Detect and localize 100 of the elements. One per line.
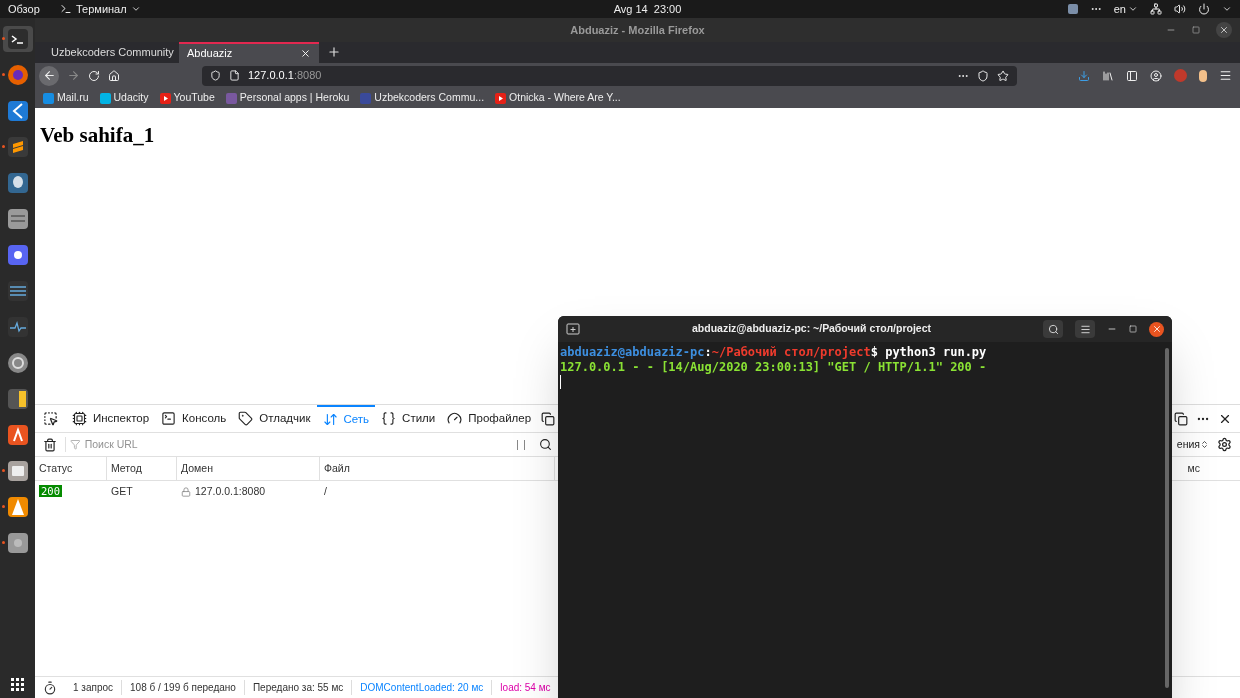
close-icon	[1151, 324, 1162, 334]
picker-button[interactable]	[43, 411, 58, 426]
lock-icon	[181, 487, 191, 497]
menu-button[interactable]	[1219, 69, 1232, 82]
browser-tab[interactable]: Uzbekcoders Community	[39, 42, 179, 63]
new-tab-button[interactable]	[566, 322, 580, 336]
app-grid-icon[interactable]	[10, 678, 25, 692]
drive-icon[interactable]	[6, 532, 29, 554]
page-heading: Veb sahifa_1	[40, 122, 156, 149]
menu-button[interactable]	[1075, 320, 1095, 338]
back-button[interactable]	[39, 65, 59, 86]
terminal-icon	[60, 3, 72, 15]
tab-close-button[interactable]	[300, 48, 311, 59]
terminal-icon[interactable]	[6, 28, 29, 50]
search-button[interactable]	[539, 438, 552, 451]
search-icon	[1047, 323, 1059, 335]
devtools-tab[interactable]: Стили	[375, 404, 442, 433]
status-text: load: 54 мс	[499, 681, 552, 695]
devtools-tab[interactable]: Профайлер	[441, 404, 538, 433]
table-cell: 127.0.0.1:8080	[195, 484, 266, 500]
devtools-tab[interactable]: Консоль	[155, 404, 233, 433]
text-cursor	[560, 375, 561, 389]
home-button[interactable]	[108, 69, 120, 82]
browser-tab[interactable]: Abduaziz	[179, 42, 319, 63]
close-button[interactable]	[1149, 321, 1164, 337]
heroku-icon	[225, 92, 237, 104]
throttle-select[interactable]: ения	[1176, 436, 1209, 453]
scrollbar[interactable]	[1165, 348, 1169, 688]
chat-icon[interactable]	[6, 244, 29, 266]
reload-button[interactable]	[88, 69, 100, 82]
sliders-icon[interactable]	[6, 280, 29, 302]
forward-button[interactable]	[67, 69, 80, 82]
memory-icon	[541, 411, 556, 426]
bookmark-item[interactable]: Mail.ru	[43, 90, 89, 106]
page-icon	[229, 70, 240, 81]
play-icon	[159, 92, 171, 104]
elephant-icon[interactable]	[6, 172, 29, 194]
activities-button[interactable]: Обзор	[8, 0, 56, 18]
settings-button[interactable]	[1217, 437, 1232, 452]
account-button[interactable]	[1150, 69, 1162, 82]
extension-button[interactable]	[1199, 69, 1207, 82]
filter-icon	[70, 439, 81, 450]
tag-icon	[238, 411, 254, 426]
bookmark-item[interactable]: Personal apps | Heroku	[225, 90, 350, 106]
clear-button[interactable]	[43, 437, 57, 452]
dock-side-button[interactable]	[1174, 411, 1188, 426]
calculator-icon[interactable]	[6, 388, 29, 410]
column-header: Статус	[35, 457, 107, 480]
bookmark-item[interactable]: Otnicka - Where Are Y...	[495, 90, 621, 106]
bookmark-item[interactable]: Uzbekcoders Commu...	[360, 90, 485, 106]
close-button[interactable]	[1216, 22, 1232, 38]
filter-field[interactable]: Поиск URL	[84, 436, 509, 453]
terminal-line: 127.0.0.1 - - [14/Aug/2020 23:00:13] "GET / HTTP/1.1" 200 -	[560, 360, 988, 375]
back-icon	[42, 69, 56, 82]
devtools-tab[interactable]: Отладчик	[232, 404, 317, 433]
bookmark-item[interactable]: YouTube	[159, 90, 215, 106]
app-menu[interactable]: Терминал	[60, 0, 141, 18]
performance-button[interactable]	[43, 680, 57, 695]
new-tab-button[interactable]	[327, 45, 341, 59]
download-button[interactable]	[1078, 69, 1090, 82]
menu-icon	[1079, 323, 1091, 335]
close-icon	[1219, 25, 1229, 35]
devtools-tab[interactable]: Сеть	[316, 404, 376, 433]
pocket-button[interactable]	[977, 69, 989, 82]
library-button[interactable]	[1102, 69, 1114, 82]
u-icon	[99, 92, 111, 104]
fox-icon[interactable]	[6, 64, 29, 86]
column-header: мс	[1187, 460, 1200, 476]
window-title: abduaziz@abduaziz-pc: ~/Рабочий стол/project	[691, 321, 932, 337]
pause-button[interactable]	[517, 439, 525, 450]
bookmark-button[interactable]	[997, 69, 1009, 82]
bag-icon[interactable]	[6, 424, 29, 446]
terminal-line: abduaziz@abduaziz-pc:~/Рабочий стол/project$ python3 run.py	[560, 345, 988, 360]
status-text: DOMContentLoaded: 20 мс	[352, 680, 493, 695]
devtools-tab[interactable]: Инспектор	[66, 404, 156, 433]
globe-icon	[360, 92, 372, 104]
cone-icon[interactable]	[6, 496, 29, 518]
caret-icon	[1128, 4, 1138, 14]
window-title: Abduaziz - Mozilla Firefox	[570, 22, 705, 38]
code-icon[interactable]	[6, 100, 29, 122]
inspector-icon	[72, 411, 87, 426]
language-menu[interactable]: en	[1113, 0, 1138, 18]
sublime-icon[interactable]	[6, 136, 29, 158]
volume-icon	[1174, 3, 1186, 15]
folder-icon[interactable]	[6, 460, 29, 482]
clock[interactable]: Avg 14 23:00	[613, 0, 682, 18]
maximize-button[interactable]	[1192, 26, 1200, 34]
shield-icon	[210, 70, 221, 81]
play-icon	[495, 92, 507, 104]
network-icon	[1150, 3, 1162, 15]
table-cell-text: GET	[110, 484, 134, 500]
sidebar-button[interactable]	[1126, 69, 1138, 82]
gauge-icon	[447, 411, 463, 426]
bookmark-item[interactable]: Udacity	[99, 90, 149, 106]
address-bar[interactable]: 127.0.0.1:8080	[202, 65, 1017, 86]
pulse-icon[interactable]	[6, 316, 29, 338]
updown-icon	[1200, 440, 1209, 449]
search-button[interactable]	[1043, 320, 1063, 338]
braces-icon	[381, 411, 397, 426]
database-icon[interactable]	[6, 208, 29, 230]
